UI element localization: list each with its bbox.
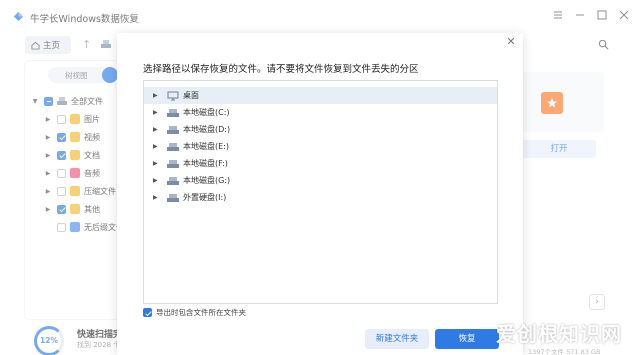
chevron-right-icon[interactable]: ▶ [153, 126, 163, 133]
location-drive-f[interactable]: ▶ 本地磁盘(F:) [144, 155, 497, 172]
location-label: 本地磁盘(F:) [183, 159, 228, 168]
new-folder-button[interactable]: 新建文件夹 [365, 329, 429, 349]
location-drive-c[interactable]: ▶ 本地磁盘(C:) [144, 104, 497, 121]
save-location-dialog: ✕ 选择路径以保存恢复的文件。请不要将文件恢复到文件丢失的分区 ▶ 桌面 ▶ 本… [117, 33, 523, 355]
location-drive-e[interactable]: ▶ 本地磁盘(E:) [144, 138, 497, 155]
location-drive-d[interactable]: ▶ 本地磁盘(D:) [144, 121, 497, 138]
chevron-right-icon[interactable]: ▶ [153, 160, 163, 167]
watermark-text: 爱创根知识网 [496, 322, 622, 346]
location-label: 外置硬盘(I:) [183, 193, 227, 202]
chevron-right-icon[interactable]: ▶ [153, 109, 163, 116]
location-external-drive-i[interactable]: ▶ 外置硬盘(I:) [144, 189, 497, 206]
include-folder-option[interactable]: 导出时包含文件所在文件夹 [143, 307, 246, 318]
drive-icon [167, 142, 179, 152]
drive-icon [167, 176, 179, 186]
chevron-right-icon[interactable]: ▶ [153, 143, 163, 150]
drive-icon [167, 193, 179, 203]
location-desktop[interactable]: ▶ 桌面 [144, 87, 497, 104]
location-label: 桌面 [183, 91, 199, 100]
close-icon[interactable]: ✕ [506, 36, 516, 47]
chevron-right-icon[interactable]: ▶ [153, 177, 163, 184]
desktop-icon [167, 91, 179, 101]
location-label: 本地磁盘(D:) [183, 125, 231, 134]
location-label: 本地磁盘(E:) [183, 142, 229, 151]
location-label: 本地磁盘(C:) [183, 108, 230, 117]
chevron-right-icon[interactable]: ▶ [153, 92, 163, 99]
drive-icon [167, 159, 179, 169]
recover-button[interactable]: 恢复 [435, 329, 499, 349]
location-drive-g[interactable]: ▶ 本地磁盘(G:) [144, 172, 497, 189]
location-label: 本地磁盘(G:) [183, 176, 231, 185]
location-tree: ▶ 桌面 ▶ 本地磁盘(C:) ▶ 本地磁盘(D:) ▶ 本地磁盘(E:) ▶ … [143, 80, 498, 304]
drive-icon [167, 108, 179, 118]
dialog-title: 选择路径以保存恢复的文件。请不要将文件恢复到文件丢失的分区 [143, 64, 419, 75]
chevron-right-icon[interactable]: ▶ [153, 194, 163, 201]
drive-icon [167, 125, 179, 135]
include-folder-checkbox[interactable] [143, 308, 152, 317]
include-folder-label: 导出时包含文件所在文件夹 [156, 308, 246, 317]
